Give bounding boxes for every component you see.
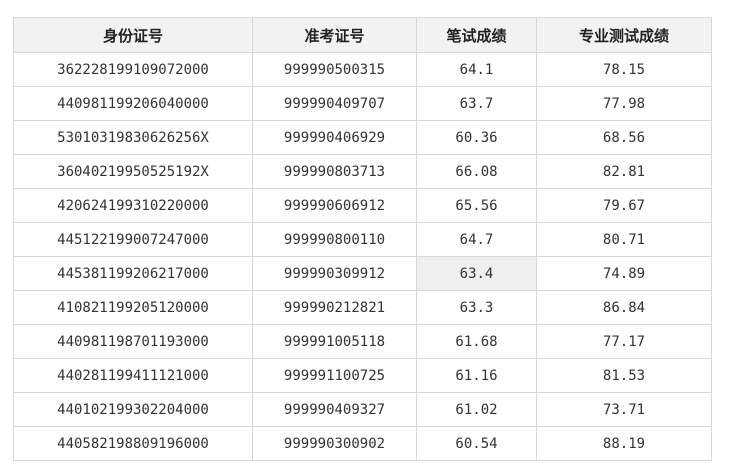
written-score-cell: 64.7 [416, 222, 537, 257]
exam-number-cell: 999990409707 [252, 86, 417, 121]
score-table: 身份证号 准考证号 笔试成绩 专业测试成绩 362228199109072000… [13, 17, 712, 461]
exam-number-cell: 999990409327 [252, 392, 417, 427]
id-number-cell: 410821199205120000 [13, 290, 253, 325]
exam-number-cell: 999990212821 [252, 290, 417, 325]
id-number-cell: 440102199302204000 [13, 392, 253, 427]
id-number-cell: 420624199310220000 [13, 188, 253, 223]
header-id-number: 身份证号 [13, 17, 253, 53]
exam-number-cell: 999990803713 [252, 154, 417, 189]
professional-score-cell: 68.56 [536, 120, 712, 155]
written-score-cell: 60.54 [416, 426, 537, 461]
professional-score-cell: 86.84 [536, 290, 712, 325]
professional-score-cell: 77.98 [536, 86, 712, 121]
table-row: 440981198701193000 999991005118 61.68 77.17 [13, 324, 712, 359]
professional-score-cell: 81.53 [536, 358, 712, 393]
id-number-cell: 445381199206217000 [13, 256, 253, 291]
professional-score-cell: 73.71 [536, 392, 712, 427]
professional-score-cell: 77.17 [536, 324, 712, 359]
id-number-cell: 440981198701193000 [13, 324, 253, 359]
exam-number-cell: 999990800110 [252, 222, 417, 257]
id-number-cell: 36040219950525192X [13, 154, 253, 189]
exam-number-cell: 999990406929 [252, 120, 417, 155]
professional-score-cell: 79.67 [536, 188, 712, 223]
professional-score-cell: 80.71 [536, 222, 712, 257]
table-row: 445381199206217000 999990309912 63.4 74.89 [13, 256, 712, 291]
professional-score-cell: 88.19 [536, 426, 712, 461]
header-professional-score: 专业测试成绩 [536, 17, 712, 53]
written-score-cell: 63.3 [416, 290, 537, 325]
professional-score-cell: 74.89 [536, 256, 712, 291]
table-row: 410821199205120000 999990212821 63.3 86.84 [13, 290, 712, 325]
id-number-cell: 440582198809196000 [13, 426, 253, 461]
id-number-cell: 362228199109072000 [13, 52, 253, 87]
exam-number-cell: 999990606912 [252, 188, 417, 223]
table-header-row: 身份证号 准考证号 笔试成绩 专业测试成绩 [13, 17, 712, 53]
table-row: 362228199109072000 999990500315 64.1 78.15 [13, 52, 712, 87]
written-score-cell: 63.7 [416, 86, 537, 121]
exam-number-cell: 999991005118 [252, 324, 417, 359]
table-row: 440102199302204000 999990409327 61.02 73.71 [13, 392, 712, 427]
score-table-container: 身份证号 准考证号 笔试成绩 专业测试成绩 362228199109072000… [13, 17, 712, 461]
professional-score-cell: 78.15 [536, 52, 712, 87]
exam-number-cell: 999990500315 [252, 52, 417, 87]
id-number-cell: 440981199206040000 [13, 86, 253, 121]
table-row: 440981199206040000 999990409707 63.7 77.98 [13, 86, 712, 121]
table-row: 420624199310220000 999990606912 65.56 79.67 [13, 188, 712, 223]
header-exam-number: 准考证号 [252, 17, 417, 53]
id-number-cell: 445122199007247000 [13, 222, 253, 257]
table-body: 362228199109072000 999990500315 64.1 78.15 4… [13, 52, 712, 461]
professional-score-cell: 82.81 [536, 154, 712, 189]
table-row: 53010319830626256X 999990406929 60.36 68.56 [13, 120, 712, 155]
table-row: 440281199411121000 999991100725 61.16 81.53 [13, 358, 712, 393]
written-score-cell: 61.68 [416, 324, 537, 359]
written-score-cell: 61.02 [416, 392, 537, 427]
table-row: 36040219950525192X 999990803713 66.08 82.81 [13, 154, 712, 189]
written-score-cell: 63.4 [416, 256, 537, 291]
exam-number-cell: 999990300902 [252, 426, 417, 461]
written-score-cell: 64.1 [416, 52, 537, 87]
exam-number-cell: 999990309912 [252, 256, 417, 291]
header-written-score: 笔试成绩 [416, 17, 537, 53]
id-number-cell: 53010319830626256X [13, 120, 253, 155]
written-score-cell: 65.56 [416, 188, 537, 223]
exam-number-cell: 999991100725 [252, 358, 417, 393]
written-score-cell: 66.08 [416, 154, 537, 189]
table-row: 440582198809196000 999990300902 60.54 88.19 [13, 426, 712, 461]
written-score-cell: 60.36 [416, 120, 537, 155]
id-number-cell: 440281199411121000 [13, 358, 253, 393]
written-score-cell: 61.16 [416, 358, 537, 393]
table-row: 445122199007247000 999990800110 64.7 80.71 [13, 222, 712, 257]
